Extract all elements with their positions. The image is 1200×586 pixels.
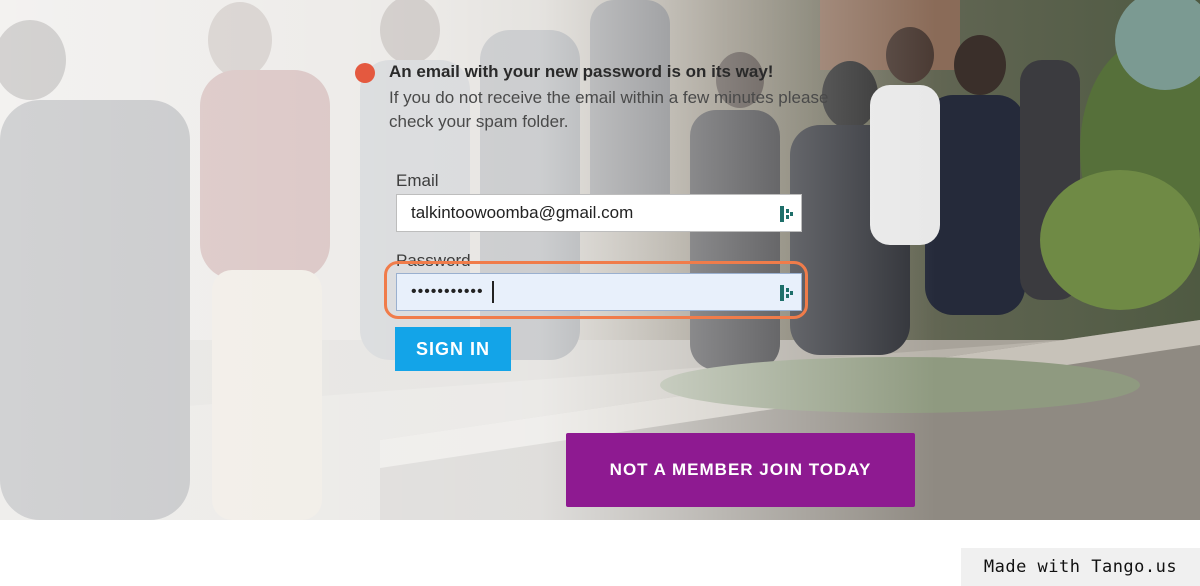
email-label: Email xyxy=(396,171,439,190)
password-manager-icon[interactable] xyxy=(779,284,795,302)
status-dot-icon xyxy=(355,63,375,83)
tango-watermark: Made with Tango.us xyxy=(961,548,1200,586)
email-field-wrapper xyxy=(396,194,802,232)
email-field[interactable] xyxy=(397,195,771,231)
notice-body: If you do not receive the email within a… xyxy=(389,88,829,131)
sign-in-button[interactable]: SIGN IN xyxy=(395,327,511,371)
password-manager-icon[interactable] xyxy=(779,205,795,223)
notice-title: An email with your new password is on it… xyxy=(389,62,774,81)
password-field[interactable] xyxy=(397,274,771,310)
text-caret xyxy=(492,281,494,303)
password-field-wrapper xyxy=(396,273,802,311)
join-today-button[interactable]: NOT A MEMBER JOIN TODAY xyxy=(566,433,915,507)
